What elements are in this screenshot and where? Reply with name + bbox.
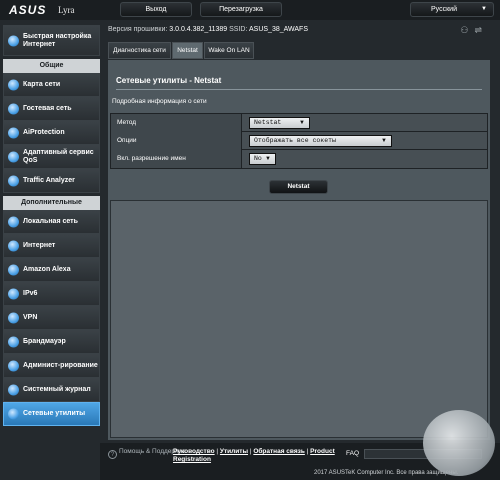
sidebar-item-network-tools[interactable]: Сетевые утилиты [3,402,100,426]
form-row-method: Метод Netstat ▼ [111,114,487,132]
traffic-icon [8,175,19,187]
globe-icon [8,240,19,252]
sidebar-item-label: Гостевая сеть [23,105,72,112]
network-map-icon [8,79,19,91]
sidebar-item-ipv6[interactable]: IPv6 [3,282,100,306]
sidebar-item-label: Админист-рирование [23,362,98,369]
alexa-icon [8,264,19,276]
tools-icon [8,408,19,420]
shield-icon [8,127,19,139]
method-label: Метод [111,114,242,132]
chevron-down-icon: ▼ [481,6,487,12]
gear-icon [8,360,19,372]
sidebar-item-label: Локальная сеть [23,218,78,225]
link-utilities[interactable]: Утилиты [220,448,248,455]
sidebar: Быстрая настройка Интернет Общие Карта с… [3,25,100,426]
ipv6-icon [8,288,19,300]
tab-netstat[interactable]: Netstat [172,42,203,59]
sidebar-item-guest-network[interactable]: Гостевая сеть [3,97,100,121]
sidebar-item-network-map[interactable]: Карта сети [3,73,100,97]
logout-button[interactable]: Выход [120,2,192,17]
faq-label: FAQ [346,450,360,457]
router-admin-page: ASUS Lyra Выход Перезагрузка Русский ▼ Ве… [0,0,500,480]
app-icon[interactable]: ⚇ [460,25,474,35]
footer-links: Руководство | Утилиты | Обратная связь |… [173,448,335,463]
guest-network-icon [8,103,19,115]
sidebar-item-label: Быстрая настройка Интернет [23,32,92,48]
firmware-info: Версия прошивки: 3.0.0.4.382_11389 SSID:… [108,26,308,33]
form-row-options: Опции Отображать все сокеты ▼ [111,132,487,150]
netstat-run-button[interactable]: Netstat [269,180,328,194]
firmware-label: Версия прошивки: [108,26,168,33]
help-icon: ? [108,450,117,459]
sidebar-item-label: AiProtection [23,129,65,136]
status-icons: ⚇⇌ [460,25,488,36]
method-select[interactable]: Netstat ▼ [249,117,310,129]
method-value: Netstat [254,119,282,126]
asus-logo[interactable]: ASUS [9,3,46,17]
link-feedback[interactable]: Обратная связь [253,448,305,455]
sidebar-item-administration[interactable]: Админист-рирование [3,354,100,378]
firmware-version[interactable]: 3.0.0.4.382_11389 [169,26,227,33]
tab-network-analysis[interactable]: Диагностика сети [108,42,171,59]
sidebar-item-wan[interactable]: Интернет [3,234,100,258]
vpn-icon [8,312,19,324]
options-value: Отображать все сокеты [254,137,336,144]
settings-form: Метод Netstat ▼ Опции Отображать все соке… [110,113,488,169]
reboot-button[interactable]: Перезагрузка [200,2,282,17]
form-row-resolve-names: Вкл. разрешение имен No ▼ [111,150,487,168]
sidebar-item-label: Traffic Analyzer [23,177,75,184]
ssid-label: SSID: [229,26,248,33]
netstat-output-area[interactable] [110,200,488,438]
sidebar-item-qos[interactable]: Адаптивный сервис QoS [3,145,100,169]
options-label: Опции [111,132,242,150]
main-panel: Сетевые утилиты - Netstat Подробная инфо… [108,60,490,440]
sidebar-item-firewall[interactable]: Брандмауэр [3,330,100,354]
chevron-down-icon: ▼ [299,120,305,126]
section-header: Подробная информация о сети [112,98,207,105]
sidebar-item-label: Брандмауэр [23,338,66,345]
language-value: Русский [431,6,457,13]
watermark-badge [423,410,495,476]
model-name: Lyra [58,5,75,15]
copyright: 2017 ASUSTeK Computer Inc. Все права защ… [314,470,459,476]
sidebar-item-alexa[interactable]: Amazon Alexa [3,258,100,282]
sidebar-advanced-header: Дополнительные настройки [3,196,100,220]
ssid-value: ASUS_38_AWAFS [248,26,308,33]
sidebar-item-label: IPv6 [23,290,38,297]
sidebar-item-label: Адаптивный сервис QoS [23,149,94,164]
options-select[interactable]: Отображать все сокеты ▼ [249,135,392,147]
sidebar-item-label: Системный журнал [23,386,91,393]
sidebar-item-label: Amazon Alexa [23,266,71,273]
usb-icon[interactable]: ⇌ [474,25,488,35]
sidebar-item-label: Карта сети [23,81,61,88]
sidebar-item-lan[interactable]: Локальная сеть [3,210,100,234]
link-manual[interactable]: Руководство [173,448,215,455]
lan-icon [8,216,19,228]
page-title: Сетевые утилиты - Netstat [116,76,222,85]
sidebar-item-label: Сетевые утилиты [23,410,86,417]
tab-wake-on-lan[interactable]: Wake On LAN [204,42,254,59]
sidebar-item-aiprotection[interactable]: AiProtection [3,121,100,145]
chevron-down-icon: ▼ [265,156,271,162]
language-select[interactable]: Русский ▼ [410,2,494,17]
title-divider [116,89,482,90]
sidebar-item-label: Интернет [23,242,56,249]
firewall-icon [8,336,19,348]
sidebar-item-traffic-analyzer[interactable]: Traffic Analyzer [3,169,100,193]
wizard-icon [8,35,19,46]
resolve-names-value: No [254,155,262,162]
sidebar-item-quick-setup[interactable]: Быстрая настройка Интернет [3,25,100,56]
log-icon [8,384,19,396]
resolve-names-select[interactable]: No ▼ [249,153,276,165]
sidebar-item-system-log[interactable]: Системный журнал [3,378,100,402]
qos-icon [8,151,19,163]
sidebar-item-vpn[interactable]: VPN [3,306,100,330]
sidebar-item-label: VPN [23,314,38,321]
sidebar-general-header: Общие [3,59,100,73]
chevron-down-icon: ▼ [381,138,387,144]
top-bar: ASUS Lyra Выход Перезагрузка Русский ▼ [0,0,500,20]
resolve-names-label: Вкл. разрешение имен [111,150,242,168]
